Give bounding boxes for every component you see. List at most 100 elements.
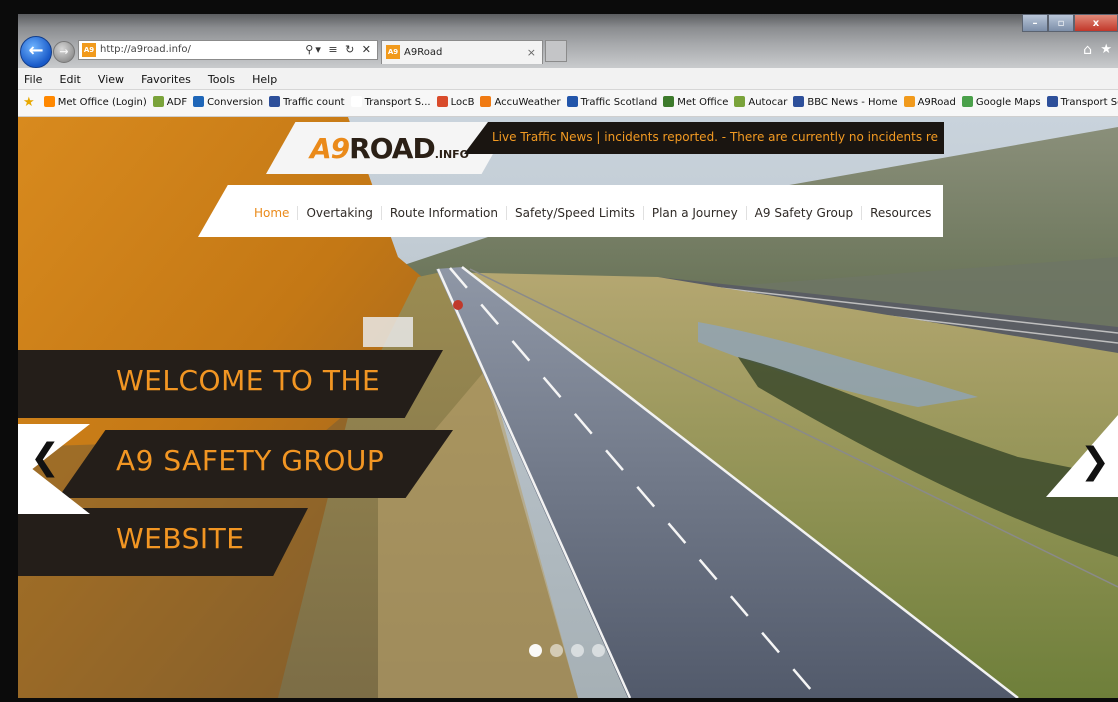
favorite-link-icon bbox=[903, 96, 915, 107]
favorite-link-icon bbox=[734, 96, 746, 107]
favorite-link-icon bbox=[480, 96, 492, 107]
favorite-link[interactable]: A9Road bbox=[902, 96, 960, 108]
nav-home[interactable]: Home bbox=[246, 206, 297, 220]
welcome-text-2: A9 SAFETY GROUP bbox=[116, 444, 385, 477]
favorite-link-label: BBC News - Home bbox=[807, 97, 898, 108]
forward-arrow-icon: → bbox=[59, 45, 69, 58]
logo-road: ROAD bbox=[349, 132, 436, 165]
menu-bar: File Edit View Favorites Tools Help bbox=[18, 68, 1118, 90]
forward-button[interactable]: → bbox=[53, 41, 75, 63]
favorite-link-label: Google Maps bbox=[975, 97, 1041, 108]
nav-plan-a-journey[interactable]: Plan a Journey bbox=[642, 206, 746, 220]
favorite-link[interactable]: Traffic Scotland bbox=[565, 96, 662, 108]
favorite-link-icon bbox=[350, 96, 362, 107]
favorite-link-icon bbox=[793, 96, 805, 107]
favorite-link-icon bbox=[566, 96, 578, 107]
favorite-link-icon bbox=[43, 96, 55, 107]
chevron-right-icon[interactable]: ❯ bbox=[1080, 441, 1110, 482]
logo-a9: A9 bbox=[310, 132, 350, 165]
site-logo[interactable]: A9ROAD.INFO bbox=[310, 132, 469, 165]
screenshot-frame: ← → A9 http://a9road.info/ ⚲▾ ≡ ↻ ✕ A9 A… bbox=[0, 0, 1118, 702]
page-viewport: A9ROAD.INFO Live Traffic News | incident… bbox=[18, 117, 1118, 698]
favorite-link[interactable]: Traffic count bbox=[267, 96, 348, 108]
menu-file[interactable]: File bbox=[18, 69, 48, 86]
tab-title: A9Road bbox=[404, 47, 443, 58]
tab-favicon-icon: A9 bbox=[386, 45, 400, 59]
welcome-text-1: WELCOME TO THE bbox=[116, 364, 381, 397]
welcome-text-3: WEBSITE bbox=[116, 522, 245, 555]
nav-safety-speed-limits[interactable]: Safety/Speed Limits bbox=[506, 206, 643, 220]
ticker-text: Live Traffic News | incidents reported. … bbox=[492, 130, 938, 144]
slider-dot[interactable] bbox=[550, 644, 563, 657]
slider-dot[interactable] bbox=[592, 644, 605, 657]
address-url[interactable]: http://a9road.info/ bbox=[100, 44, 191, 55]
nav-route-information[interactable]: Route Information bbox=[380, 206, 506, 220]
favorite-link-label: Traffic count bbox=[283, 97, 345, 108]
favorite-link[interactable]: Met Office (Login) bbox=[42, 96, 151, 108]
back-button[interactable]: ← bbox=[20, 36, 52, 68]
slider-dot[interactable] bbox=[571, 644, 584, 657]
favorite-link-label: Traffic Scotland bbox=[580, 97, 658, 108]
chevron-left-icon[interactable]: ❮ bbox=[30, 437, 60, 478]
favorite-link-icon bbox=[193, 96, 205, 107]
favorite-link[interactable]: BBC News - Home bbox=[791, 96, 901, 108]
favorite-link-icon bbox=[436, 96, 448, 107]
tab-a9road[interactable]: A9 A9Road × bbox=[381, 40, 543, 64]
favorite-link-label: Transport S... bbox=[364, 97, 431, 108]
favorite-link[interactable]: Transport S... bbox=[349, 96, 435, 108]
menu-tools[interactable]: Tools bbox=[202, 69, 241, 86]
favorite-link-label: ADF bbox=[166, 97, 188, 108]
favorite-link[interactable]: Autocar bbox=[732, 96, 791, 108]
menu-view[interactable]: View bbox=[92, 69, 130, 86]
favorite-link-label: Met Office bbox=[677, 97, 729, 108]
maximize-button[interactable]: ▫ bbox=[1048, 14, 1074, 32]
favorite-link-label: Autocar bbox=[748, 97, 788, 108]
new-tab-button[interactable] bbox=[545, 40, 567, 62]
favorite-link-icon bbox=[269, 96, 281, 107]
nav-overtaking[interactable]: Overtaking bbox=[297, 206, 380, 220]
welcome-banner-line-2: A9 SAFETY GROUP bbox=[58, 430, 453, 498]
favorites-star-icon[interactable]: ★ bbox=[23, 95, 35, 110]
minimize-button[interactable]: – bbox=[1022, 14, 1048, 32]
logo-info: .INFO bbox=[434, 148, 470, 161]
tab-close-icon[interactable]: × bbox=[527, 46, 536, 59]
favorite-link-label: Met Office (Login) bbox=[57, 97, 147, 108]
favorite-link-label: A9Road bbox=[917, 97, 956, 108]
live-traffic-ticker[interactable]: Live Traffic News | incidents reported. … bbox=[464, 122, 944, 154]
favorite-link[interactable]: ADF bbox=[151, 96, 191, 108]
menu-edit[interactable]: Edit bbox=[54, 69, 87, 86]
slider-dots bbox=[529, 642, 613, 661]
home-icon[interactable]: ⌂ bbox=[1083, 42, 1092, 58]
welcome-banner-line-1: WELCOME TO THE bbox=[18, 350, 443, 418]
address-tools-icons[interactable]: ⚲▾ ≡ ↻ ✕ bbox=[305, 43, 373, 56]
favorite-link-label: Conversion bbox=[207, 97, 264, 108]
favorite-link-icon bbox=[152, 96, 164, 107]
welcome-banner-line-3: WEBSITE bbox=[18, 508, 308, 576]
favorite-link[interactable]: Google Maps bbox=[960, 96, 1045, 108]
window-controls: – ▫ x bbox=[1022, 14, 1118, 32]
favorite-link[interactable]: Conversion bbox=[191, 96, 267, 108]
favorite-link-label: Transport Scotland bbox=[1060, 97, 1118, 108]
site-favicon-icon: A9 bbox=[82, 43, 96, 57]
menu-help[interactable]: Help bbox=[246, 69, 283, 86]
favorites-star-icon[interactable]: ★ bbox=[1100, 42, 1112, 57]
favorite-link-icon bbox=[1046, 96, 1058, 107]
nav-a9-safety-group[interactable]: A9 Safety Group bbox=[745, 206, 861, 220]
favorite-link[interactable]: Transport Scotland bbox=[1045, 96, 1118, 108]
close-window-button[interactable]: x bbox=[1074, 14, 1118, 32]
slider-dot[interactable] bbox=[529, 644, 542, 657]
menu-favorites[interactable]: Favorites bbox=[135, 69, 197, 86]
favorite-link[interactable]: Met Office bbox=[661, 96, 732, 108]
main-navigation: Home Overtaking Route Information Safety/Sp… bbox=[198, 185, 943, 237]
favorite-link-icon bbox=[961, 96, 973, 107]
browser-title-bar: ← → A9 http://a9road.info/ ⚲▾ ≡ ↻ ✕ A9 A… bbox=[18, 14, 1118, 68]
browser-window: ← → A9 http://a9road.info/ ⚲▾ ≡ ↻ ✕ A9 A… bbox=[18, 14, 1118, 698]
nav-resources[interactable]: Resources bbox=[861, 206, 939, 220]
favorite-link-label: LocB bbox=[450, 97, 475, 108]
back-arrow-icon: ← bbox=[28, 40, 44, 61]
favorite-link[interactable]: AccuWeather bbox=[478, 96, 564, 108]
favorites-bar: ★ Met Office (Login) ADF Conversion Traffic… bbox=[18, 90, 1118, 117]
favorite-link-label: AccuWeather bbox=[494, 97, 561, 108]
address-bar[interactable]: A9 http://a9road.info/ ⚲▾ ≡ ↻ ✕ bbox=[78, 40, 378, 60]
favorite-link[interactable]: LocB bbox=[435, 96, 479, 108]
